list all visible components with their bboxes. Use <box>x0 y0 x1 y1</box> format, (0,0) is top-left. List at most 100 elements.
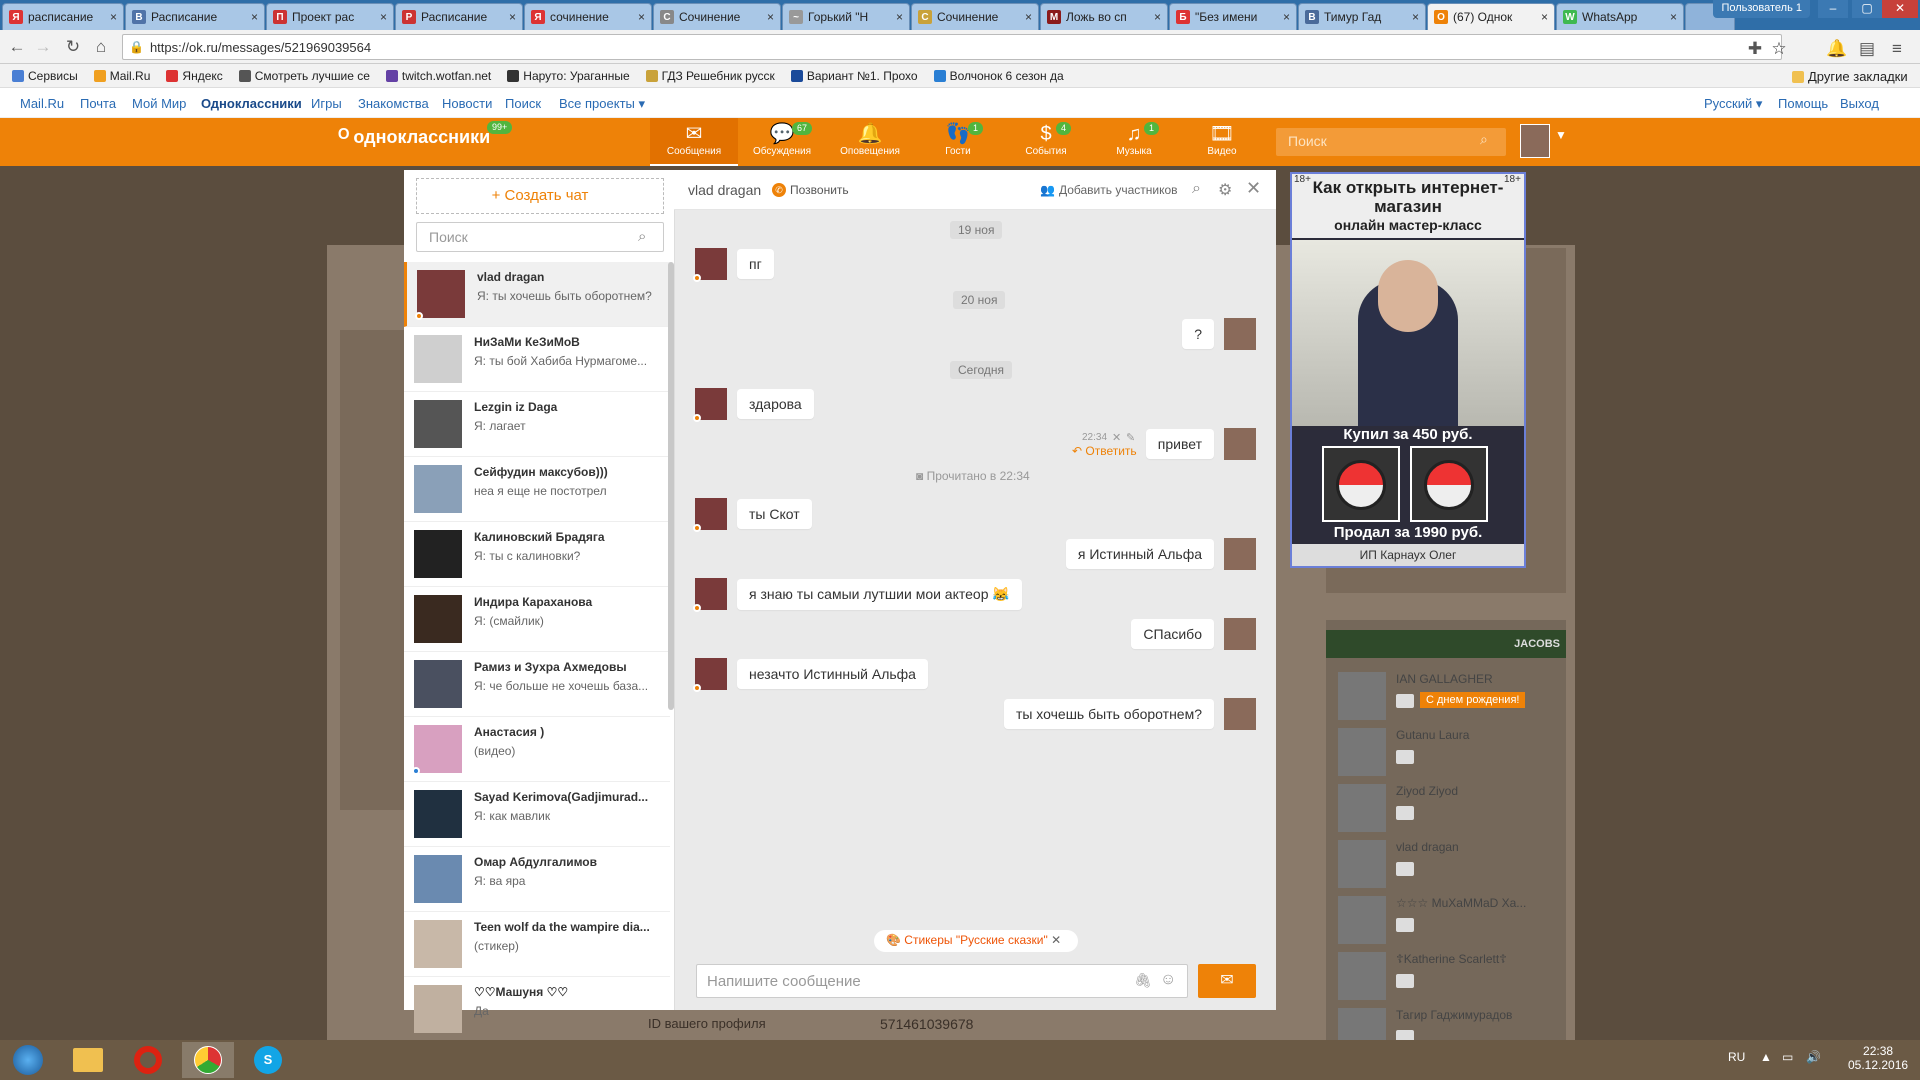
create-chat-button[interactable]: + Создать чат <box>416 178 664 214</box>
birthday-badge[interactable]: С днем рождения! <box>1420 692 1526 708</box>
search-icon[interactable]: ⌕ <box>1192 180 1201 198</box>
search-icon[interactable]: ⌕ <box>1480 131 1488 148</box>
jacobs-banner[interactable]: JACOBS <box>1326 630 1566 658</box>
skype-icon[interactable]: S <box>242 1042 294 1078</box>
reply-link[interactable]: ↶ Ответить <box>1072 444 1137 458</box>
address-bar[interactable]: 🔒 https://ok.ru/messages/521969039564 <box>122 34 1782 60</box>
browser-tab[interactable]: Р Расписание × <box>395 3 523 30</box>
language-indicator[interactable]: RU <box>1728 1050 1745 1064</box>
browser-tab[interactable]: С Сочинение × <box>653 3 781 30</box>
mailru-link[interactable]: Все проекты ▾ <box>559 96 645 112</box>
chat-list-item[interactable]: Омар Абдулгалимов Я: ва яра <box>404 847 670 912</box>
delete-icon[interactable]: ✕ <box>1112 431 1121 444</box>
opera-icon[interactable] <box>122 1042 174 1078</box>
maximize-button[interactable]: ▢ <box>1852 0 1882 18</box>
add-members-button[interactable]: 👥 Добавить участников <box>1040 183 1178 197</box>
ok-nav-item[interactable]: 🎞 Видео <box>1178 118 1266 166</box>
ok-nav-item[interactable]: 💬 Обсуждения 67 <box>738 118 826 166</box>
other-bookmarks[interactable]: Другие закладки <box>1792 69 1908 84</box>
attach-icon[interactable]: 🖇 <box>1134 972 1152 989</box>
explorer-icon[interactable] <box>62 1042 114 1078</box>
menu-icon[interactable]: ≡ <box>1886 38 1908 60</box>
mailru-right-link[interactable]: Помощь <box>1778 96 1828 111</box>
message-bubble[interactable]: СПасибо <box>1131 619 1214 649</box>
avatar[interactable] <box>1224 538 1256 570</box>
mailru-link[interactable]: Мой Мир <box>132 96 186 111</box>
browser-tab[interactable]: П Проект рас × <box>266 3 394 30</box>
browser-tab[interactable]: Б "Без имени × <box>1169 3 1297 30</box>
back-icon[interactable]: ← <box>6 36 28 58</box>
ok-nav-item[interactable]: 👣 Гости 1 <box>914 118 1002 166</box>
ok-nav-item[interactable]: ♫ Музыка 1 <box>1090 118 1178 166</box>
profile-label[interactable]: Пользователь 1 <box>1713 0 1810 18</box>
close-icon[interactable]: × <box>1025 10 1032 24</box>
close-icon[interactable]: × <box>767 10 774 24</box>
browser-tab[interactable]: W WhatsApp × <box>1556 3 1684 30</box>
chat-list-item[interactable]: Рамиз и Зухра Ахмедовы Я: че больше не хо… <box>404 652 670 717</box>
close-icon[interactable]: × <box>638 10 645 24</box>
friend-item[interactable]: Gutanu Laura <box>1338 728 1469 776</box>
browser-tab[interactable]: Ярасписание × <box>2 3 124 30</box>
message-bubble[interactable]: пг <box>737 249 774 279</box>
mailru-link[interactable]: Новости <box>442 96 492 111</box>
bookmark-item[interactable]: Вариант №1. Прохо <box>790 69 918 83</box>
bookmark-item[interactable]: twitch.wotfan.net <box>385 69 491 83</box>
browser-tab[interactable]: M Ложь во сп × <box>1040 3 1168 30</box>
extension-icon[interactable]: ✚ <box>1744 38 1766 60</box>
message-bubble[interactable]: ты Скот <box>737 499 812 529</box>
close-icon[interactable]: × <box>251 10 258 24</box>
close-icon[interactable]: × <box>1670 10 1677 24</box>
ok-nav-item[interactable]: ✉ Сообщения <box>650 118 738 166</box>
chat-search-input[interactable]: Поиск <box>416 222 664 252</box>
close-icon[interactable]: × <box>1412 10 1419 24</box>
chrome-icon[interactable] <box>182 1042 234 1078</box>
send-button[interactable]: ✉ <box>1198 964 1256 998</box>
close-window-button[interactable]: ✕ <box>1882 0 1918 18</box>
volume-icon[interactable]: 🔊 <box>1806 1050 1821 1064</box>
avatar[interactable] <box>693 578 727 612</box>
chat-list-item[interactable]: Калиновский Брадяга Я: ты с калиновки? <box>404 522 670 587</box>
avatar[interactable] <box>693 388 727 422</box>
close-icon[interactable]: × <box>509 10 516 24</box>
bookmark-item[interactable]: ГДЗ Решебник русск <box>645 69 775 83</box>
message-bubble[interactable]: ты хочешь быть оборотнем? <box>1003 699 1214 729</box>
message-bubble[interactable]: я Истинный Альфа <box>1065 539 1214 569</box>
close-icon[interactable]: × <box>896 10 903 24</box>
bookmark-item[interactable]: Сервисы <box>12 69 78 83</box>
chat-list-item[interactable]: НиЗаМи КеЗиМоВ Я: ты бой Хабиба Нурмагоме… <box>404 327 670 392</box>
close-icon[interactable]: × <box>380 10 387 24</box>
bookmark-star-icon[interactable]: ☆ <box>1768 38 1790 60</box>
chat-list-item[interactable]: vlad dragan Я: ты хочешь быть оборотнем? <box>404 262 670 327</box>
message-bubble[interactable]: я знаю ты самыи лутшии мои актеор 😹 <box>737 578 1022 610</box>
avatar[interactable] <box>1224 618 1256 650</box>
friend-item[interactable]: IAN GALLAGHER С днем рождения! <box>1338 672 1526 720</box>
mail-icon[interactable] <box>1396 918 1414 932</box>
browser-tab[interactable]: В Тимур Гад × <box>1298 3 1426 30</box>
close-icon[interactable]: × <box>110 10 117 24</box>
mail-icon[interactable] <box>1396 694 1414 708</box>
avatar[interactable] <box>1224 698 1256 730</box>
mail-icon[interactable] <box>1396 974 1414 988</box>
avatar[interactable] <box>693 248 727 282</box>
chat-list-item[interactable]: Сейфудин максубов))) неа я еще не постотр… <box>404 457 670 522</box>
gear-icon[interactable]: ⚙ <box>1218 180 1232 200</box>
avatar[interactable] <box>1224 428 1256 460</box>
avatar[interactable] <box>1520 124 1550 158</box>
mailru-link[interactable]: Одноклассники <box>201 96 302 111</box>
edit-icon[interactable]: ✎ <box>1126 431 1135 444</box>
avatar[interactable] <box>693 498 727 532</box>
chat-list-item[interactable]: ♡♡Машуня ♡♡ Да <box>404 977 670 1042</box>
friend-item[interactable]: ☦Katherine Scarlett☦ <box>1338 952 1507 1000</box>
ok-nav-item[interactable]: 🔔 Оповещения <box>826 118 914 166</box>
chat-list-item[interactable]: Teen wolf da the wampire dia... (стикер) <box>404 912 670 977</box>
browser-tab[interactable]: ~ Горький "Н × <box>782 3 910 30</box>
mailru-link[interactable]: Знакомства <box>358 96 429 111</box>
message-bubble[interactable]: здарова <box>737 389 814 419</box>
chevron-down-icon[interactable]: ▼ <box>1555 128 1567 142</box>
network-icon[interactable]: ▭ <box>1782 1050 1793 1064</box>
chat-list-item[interactable]: Индира Караханова Я: (смайлик) <box>404 587 670 652</box>
mailru-right-link[interactable]: Русский ▾ <box>1704 96 1762 112</box>
close-icon[interactable]: ✕ <box>1246 178 1261 199</box>
friend-item[interactable]: ☆☆☆ MuXaMMaD Xa... <box>1338 896 1526 944</box>
close-icon[interactable]: ✕ <box>1051 933 1061 947</box>
